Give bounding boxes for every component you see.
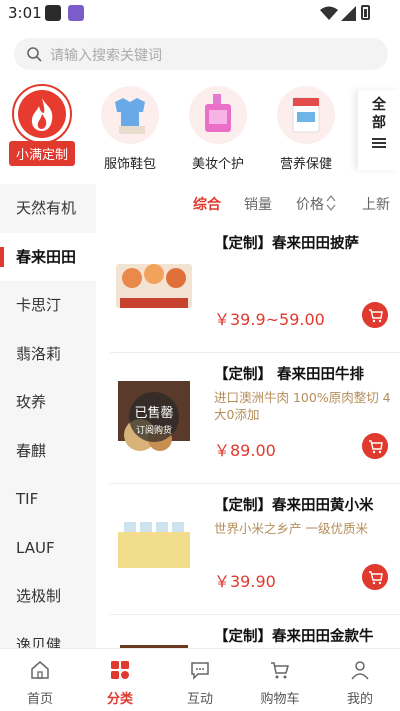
category-xiaoman-custom[interactable]: 小满定制 — [2, 82, 82, 166]
sidebar-item[interactable]: 卡思汀 — [0, 281, 96, 330]
tab-category[interactable]: 分类 — [80, 649, 160, 711]
product-card[interactable]: 【定制】春来田田金款牛 — [110, 615, 400, 648]
brand-sidebar: 天然有机 春来田田 卡思汀 翡洛莉 玫养 春麒 TIF LAUF 选极制 逸贝健 — [0, 184, 96, 648]
product-desc: 世界小米之乡产 一级优质米 — [214, 521, 368, 536]
tab-cart[interactable]: 购物车 — [240, 649, 320, 711]
category-strip: 小满定制 服饰鞋包 美妆个护 营养保健 全部 — [0, 82, 400, 178]
sidebar-item[interactable]: 天然有机 — [0, 184, 96, 233]
product-title: 【定制】春来田田披萨 — [214, 236, 359, 252]
category-label: 小满定制 — [8, 141, 75, 166]
signal-icon — [341, 6, 356, 21]
app-notification-icon — [68, 5, 84, 21]
sidebar-item[interactable]: 选极制 — [0, 572, 96, 621]
sold-out-subtext: 订阅购货 — [135, 426, 172, 436]
sidebar-item[interactable]: 玫养 — [0, 378, 96, 427]
cosmetics-icon — [189, 86, 247, 144]
tab-label: 购物车 — [260, 692, 300, 707]
category-label: 营养保健 — [279, 157, 332, 172]
sort-new[interactable]: 上新 — [362, 194, 390, 214]
product-card[interactable]: 【定制】 春来田田牛排 进口澳洲牛肉 100%原肉整切 4大0添加 ￥89.00… — [110, 353, 400, 484]
sidebar-item[interactable]: TIF — [0, 475, 96, 524]
all-categories-button[interactable]: 全部 — [358, 90, 400, 170]
product-card[interactable]: 【定制】春来田田披萨 ￥39.9~59.00 — [110, 222, 400, 353]
fire-icon — [12, 84, 72, 144]
category-clothing[interactable]: 服饰鞋包 — [90, 82, 170, 172]
product-title: 【定制】春来田田金款牛 — [214, 629, 374, 645]
sort-arrows-icon — [326, 194, 336, 212]
tab-mine[interactable]: 我的 — [320, 649, 400, 711]
category-nutrition[interactable]: 营养保健 — [266, 82, 346, 172]
tab-label: 分类 — [106, 692, 133, 707]
category-label: 服饰鞋包 — [103, 157, 156, 172]
wifi-icon — [320, 6, 338, 20]
user-icon — [351, 661, 369, 680]
search-placeholder: 请输入搜索关键词 — [50, 48, 162, 64]
add-to-cart-icon[interactable] — [362, 564, 388, 590]
nutrition-icon — [277, 86, 335, 144]
sidebar-item[interactable]: 春麒 — [0, 427, 96, 476]
tab-label: 首页 — [26, 692, 53, 707]
tab-interact[interactable]: 互动 — [160, 649, 240, 711]
sold-out-text: 已售罄 — [134, 406, 174, 421]
product-price: ￥39.9~59.00 — [214, 310, 325, 329]
product-image — [110, 635, 198, 648]
product-image — [110, 242, 198, 330]
bottom-nav: 首页 分类 互动 购物车 我的 — [0, 648, 400, 711]
product-image — [110, 504, 198, 592]
battery-icon — [361, 5, 370, 20]
sort-comprehensive[interactable]: 综合 — [193, 194, 221, 214]
sidebar-item[interactable]: 春来田田 — [0, 232, 96, 281]
chat-icon — [191, 662, 209, 680]
status-bar: 3:01 — [0, 0, 400, 28]
tab-label: 互动 — [186, 692, 213, 707]
add-to-cart-icon[interactable] — [362, 433, 388, 459]
product-list: 【定制】春来田田披萨 ￥39.9~59.00 【定制】 春来田田牛排 进口澳洲牛… — [96, 222, 400, 648]
category-icon — [111, 661, 129, 679]
sort-price[interactable]: 价格 — [296, 194, 324, 214]
tab-label: 我的 — [346, 692, 373, 707]
all-categories-label: 全部 — [372, 97, 386, 131]
category-label: 美妆个护 — [191, 157, 244, 172]
category-cosmetics[interactable]: 美妆个护 — [178, 82, 258, 172]
product-title: 【定制】春来田田黄小米 — [214, 498, 374, 514]
search-icon — [27, 47, 42, 62]
clothing-icon — [101, 86, 159, 144]
status-time: 3:01 — [8, 4, 42, 22]
app-notification-icon — [45, 5, 61, 21]
list-icon — [372, 138, 386, 148]
sidebar-item[interactable]: 翡洛莉 — [0, 330, 96, 379]
product-title: 【定制】 春来田田牛排 — [214, 367, 365, 383]
sort-sales[interactable]: 销量 — [244, 194, 272, 214]
product-card[interactable]: 【定制】春来田田黄小米 世界小米之乡产 一级优质米 ￥39.90 — [110, 484, 400, 615]
search-bar[interactable]: 请输入搜索关键词 — [14, 38, 388, 70]
tab-home[interactable]: 首页 — [0, 649, 80, 711]
product-desc: 进口澳洲牛肉 100%原肉整切 4大0添加 — [214, 390, 391, 422]
cart-icon — [271, 662, 289, 679]
product-price: ￥89.00 — [214, 441, 276, 460]
add-to-cart-icon[interactable] — [362, 302, 388, 328]
sold-out-badge: 已售罄 订阅购货 — [129, 392, 179, 442]
product-price: ￥39.90 — [214, 572, 276, 591]
sort-bar: 综合 销量 价格 上新 — [96, 184, 400, 222]
sidebar-item[interactable]: LAUF — [0, 524, 96, 573]
home-icon — [31, 661, 49, 679]
sidebar-item[interactable]: 逸贝健 — [0, 621, 96, 649]
